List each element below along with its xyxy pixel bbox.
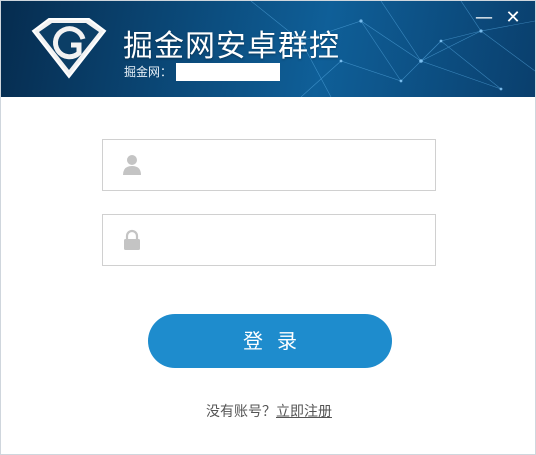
logo-icon xyxy=(31,18,107,79)
user-icon xyxy=(123,155,141,175)
register-link[interactable]: 立即注册 xyxy=(276,404,332,420)
account-row: 掘金网： xyxy=(124,63,281,81)
account-label: 掘金网： xyxy=(124,65,173,79)
header-banner: 掘金网安卓群控 掘金网： — ✕ xyxy=(1,1,535,97)
app-title: 掘金网安卓群控 xyxy=(123,29,340,64)
login-button[interactable]: 登录 xyxy=(148,314,392,368)
lock-icon xyxy=(124,229,140,250)
close-button[interactable]: ✕ xyxy=(504,9,522,27)
account-value xyxy=(176,63,281,81)
username-field[interactable] xyxy=(102,139,436,192)
password-input[interactable] xyxy=(151,215,431,267)
register-row: 没有账号？立即注册 xyxy=(1,401,536,421)
password-field[interactable] xyxy=(102,214,436,267)
register-prompt: 没有账号？ xyxy=(206,404,276,420)
minimize-button[interactable]: — xyxy=(475,9,493,27)
login-window: 掘金网安卓群控 掘金网： — ✕ 登录 没有账号？立即注册 xyxy=(0,0,536,455)
username-input[interactable] xyxy=(151,140,431,192)
